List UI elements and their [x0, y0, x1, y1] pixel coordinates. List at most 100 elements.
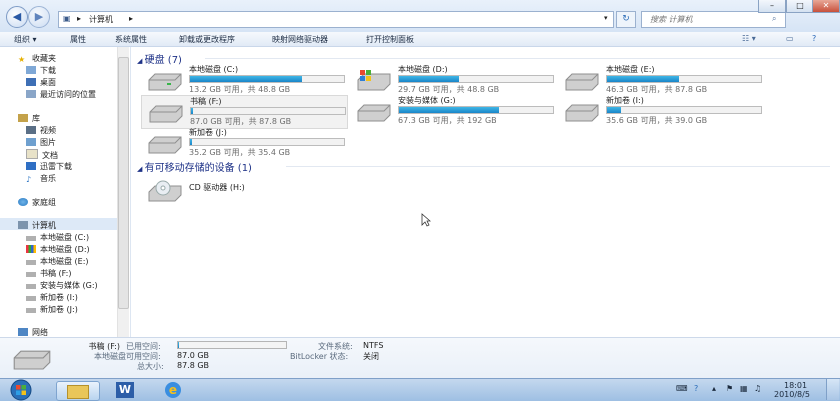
back-button[interactable]: ◀ [6, 6, 28, 28]
taskbar-ie-button[interactable]: e [152, 381, 194, 399]
drive-c[interactable]: 本地磁盘 (C:) 13.2 GB 可用，共 48.8 GB [141, 64, 346, 96]
nav-item-desktop[interactable]: 桌面 [26, 77, 56, 88]
nav-label: 本地磁盘 (D:) [40, 245, 90, 254]
nav-item-drive-c[interactable]: 本地磁盘 (C:) [26, 232, 89, 243]
nav-item-pictures[interactable]: 图片 [26, 137, 56, 148]
help-icon[interactable]: ? [812, 34, 816, 43]
nav-item-drive-i[interactable]: 新加卷 (I:) [26, 292, 78, 303]
keyboard-icon[interactable]: ⌨ [676, 384, 688, 393]
nav-item-thunder-downloads[interactable]: 迅雷下载 [26, 161, 72, 172]
drive-usage-fill [399, 76, 460, 82]
forward-arrow-icon: ▶ [34, 10, 44, 23]
hard-drive-icon [357, 104, 391, 122]
nav-item-drive-f[interactable]: 书稿 (F:) [26, 268, 71, 279]
clock-date[interactable]: 2010/8/5 [774, 390, 810, 399]
forward-button[interactable]: ▶ [28, 6, 50, 28]
drive-usage-bar [189, 138, 345, 146]
details-pane: 书稿 (F:) 已用空间: 本地磁盘 可用空间: 87.0 GB 总大小: 87… [0, 337, 840, 379]
star-icon: ★ [18, 55, 26, 64]
hard-drive-icon [26, 272, 36, 277]
nav-item-drive-j[interactable]: 新加卷 (J:) [26, 304, 78, 315]
drive-h-cd[interactable]: CD 驱动器 (H:) [141, 174, 346, 202]
drive-e[interactable]: 本地磁盘 (E:) 46.3 GB 可用，共 87.8 GB [558, 64, 763, 96]
drive-space-info: 35.6 GB 可用，共 39.0 GB [606, 116, 708, 125]
nav-label: 迅雷下载 [40, 162, 72, 171]
breadcrumb-computer[interactable]: 计算机 [89, 14, 113, 25]
collapse-arrow-icon: ◢ [137, 165, 145, 173]
address-bar[interactable]: ▣ ▸ 计算机 ▸ ▾ [58, 11, 614, 28]
drive-space-info: 35.2 GB 可用，共 35.4 GB [189, 148, 291, 157]
library-icon [18, 114, 28, 122]
view-options-icon[interactable]: ☷ ▾ [742, 34, 756, 43]
properties-button[interactable]: 属性 [70, 34, 86, 45]
breadcrumb-separator-icon[interactable]: ▸ [77, 14, 81, 23]
organize-label: 组织 [14, 35, 30, 44]
nav-favorites-label: 收藏夹 [32, 54, 56, 63]
title-bar: ◀ ▶ ▣ ▸ 计算机 ▸ ▾ ↻ ⌕ – □ ✕ [0, 0, 840, 33]
organize-menu[interactable]: 组织 ▾ [14, 34, 37, 45]
group-removable-storage[interactable]: ◢ 有可移动存储的设备 (1) [137, 159, 252, 174]
drive-usage-fill [190, 139, 192, 145]
search-input[interactable] [648, 14, 772, 25]
uninstall-program-button[interactable]: 卸载或更改程序 [179, 34, 235, 45]
action-center-flag-icon[interactable]: ⚑ [726, 384, 733, 393]
drive-i[interactable]: 新加卷 (I:) 35.6 GB 可用，共 39.0 GB [558, 95, 763, 127]
mouse-cursor-icon [421, 213, 431, 227]
nav-item-downloads[interactable]: 下载 [26, 65, 56, 76]
drive-name: 新加卷 (I:) [606, 96, 644, 105]
drive-j[interactable]: 新加卷 (J:) 35.2 GB 可用，共 35.4 GB [141, 127, 346, 159]
details-fs-value: NTFS [363, 341, 384, 350]
maximize-button[interactable]: □ [786, 0, 814, 13]
drive-usage-bar [606, 106, 762, 114]
details-usage-bar [177, 341, 287, 349]
cd-drive-icon [148, 180, 182, 202]
drive-usage-fill [607, 76, 680, 82]
hard-drive-icon [26, 296, 36, 301]
show-desktop-button[interactable] [826, 379, 839, 400]
open-control-panel-button[interactable]: 打开控制面板 [366, 34, 414, 45]
taskbar-word-button[interactable]: W [104, 381, 146, 399]
nav-computer[interactable]: 计算机 [18, 220, 56, 231]
hard-drive-icon [149, 105, 183, 123]
nav-item-documents[interactable]: 文档 [26, 149, 58, 161]
map-network-drive-button[interactable]: 映射网络驱动器 [272, 34, 328, 45]
music-note-icon: ♪ [26, 175, 32, 184]
nav-item-music[interactable]: ♪ 音乐 [26, 173, 56, 184]
close-button[interactable]: ✕ [812, 0, 840, 13]
taskbar: W e ⌨ ? ▴ ⚑ ▦ ♫ 18:01 2010/8/5 [0, 378, 840, 401]
show-hidden-icons-icon[interactable]: ▴ [712, 384, 716, 393]
help-icon[interactable]: ? [694, 384, 698, 393]
drive-f[interactable]: 书稿 (F:) 87.0 GB 可用，共 87.8 GB [141, 95, 348, 129]
preview-pane-icon[interactable]: ▭ [786, 34, 794, 43]
nav-item-videos[interactable]: 视频 [26, 125, 56, 136]
drive-d[interactable]: 本地磁盘 (D:) 29.7 GB 可用，共 48.8 GB [350, 64, 555, 96]
minimize-button[interactable]: – [758, 0, 786, 13]
volume-icon[interactable]: ♫ [754, 384, 761, 393]
system-properties-button[interactable]: 系统属性 [115, 34, 147, 45]
drive-name: 书稿 (F:) [190, 97, 222, 106]
nav-item-drive-d[interactable]: 本地磁盘 (D:) [26, 244, 90, 255]
drive-usage-bar [189, 75, 345, 83]
nav-favorites[interactable]: ★ 收藏夹 [18, 53, 56, 64]
refresh-button[interactable]: ↻ [616, 11, 636, 28]
network-tray-icon[interactable]: ▦ [740, 384, 748, 393]
nav-homegroup-label: 家庭组 [32, 198, 56, 207]
start-button[interactable] [6, 379, 36, 401]
nav-label: 视频 [40, 126, 56, 135]
nav-item-recent-places[interactable]: 最近访问的位置 [26, 89, 96, 100]
details-free-value: 87.0 GB [177, 351, 210, 360]
breadcrumb-chevron-icon[interactable]: ▸ [129, 14, 133, 23]
nav-label: 本地磁盘 (E:) [40, 257, 89, 266]
nav-scrollbar-thumb[interactable] [118, 57, 129, 309]
nav-label: 新加卷 (I:) [40, 293, 78, 302]
nav-homegroup[interactable]: 家庭组 [18, 197, 56, 208]
recent-places-icon [26, 90, 36, 98]
nav-item-drive-e[interactable]: 本地磁盘 (E:) [26, 256, 89, 267]
address-dropdown-icon[interactable]: ▾ [604, 14, 608, 22]
nav-libraries[interactable]: 库 [18, 113, 40, 124]
search-box[interactable]: ⌕ [641, 11, 786, 28]
drive-g[interactable]: 安装与媒体 (G:) 67.3 GB 可用，共 192 GB [350, 95, 555, 127]
clock-time[interactable]: 18:01 [784, 381, 807, 390]
nav-item-drive-g[interactable]: 安装与媒体 (G:) [26, 280, 98, 291]
taskbar-explorer-button[interactable] [56, 381, 100, 401]
